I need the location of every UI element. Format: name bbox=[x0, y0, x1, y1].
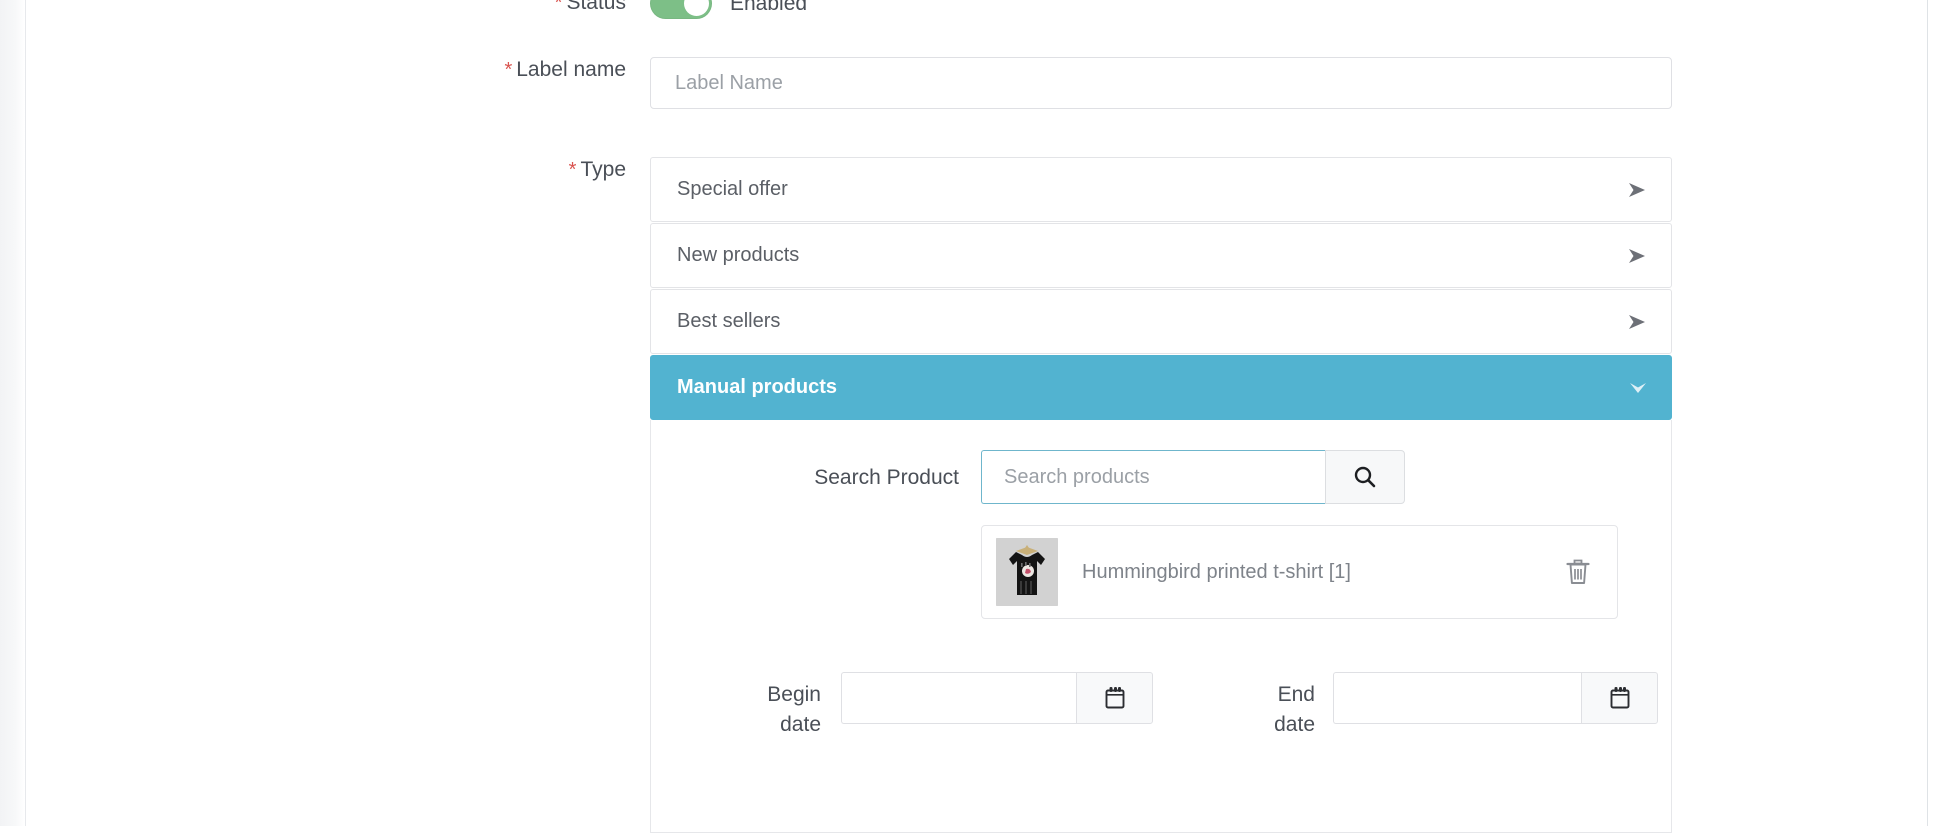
trash-icon bbox=[1564, 557, 1592, 587]
status-toggle[interactable] bbox=[650, 0, 712, 19]
product-thumbnail bbox=[996, 538, 1058, 606]
selected-products-list: Hummingbird printed t-shirt [1] bbox=[981, 525, 1618, 619]
end-date-input[interactable] bbox=[1333, 672, 1581, 724]
required-asterisk-type: * bbox=[568, 159, 577, 181]
begin-date-group bbox=[841, 672, 1153, 724]
begin-date-picker-button[interactable] bbox=[1076, 672, 1153, 724]
type-option-manual-products[interactable]: Manual products bbox=[650, 355, 1672, 420]
type-option-new-products[interactable]: New products bbox=[650, 223, 1672, 288]
status-label-text: Status bbox=[566, 0, 626, 14]
label-name-placeholder: Label Name bbox=[675, 71, 783, 94]
type-option-best-sellers[interactable]: Best sellers bbox=[650, 289, 1672, 354]
status-toggle-knob bbox=[684, 0, 709, 16]
begin-date-label-line1: Begin bbox=[767, 683, 821, 706]
required-asterisk-status: * bbox=[554, 0, 563, 14]
end-date-label: End date bbox=[1153, 672, 1333, 740]
type-option-label: Special offer bbox=[677, 178, 788, 200]
search-product-row: Search Product Search products Hummingbi… bbox=[651, 450, 1671, 619]
status-form-row: * Status Enabled bbox=[0, 0, 807, 19]
list-item[interactable]: Hummingbird printed t-shirt [1] bbox=[982, 532, 1617, 612]
begin-date-label: Begin date bbox=[651, 672, 841, 740]
type-accordion: Special offer New products Best sellers bbox=[650, 157, 1672, 833]
search-input-group: Search products bbox=[981, 450, 1618, 504]
search-products-input[interactable]: Search products bbox=[981, 450, 1325, 504]
label-name-label: * Label name bbox=[0, 57, 650, 83]
manual-products-panel: Search Product Search products Hummingbi… bbox=[650, 420, 1672, 833]
search-icon bbox=[1352, 464, 1378, 490]
type-label-text: Type bbox=[580, 158, 626, 181]
delete-product-button[interactable] bbox=[1561, 555, 1595, 589]
label-form-page: * Status Enabled * Label name Label Name *… bbox=[0, 0, 1934, 833]
search-submit-button[interactable] bbox=[1325, 450, 1405, 504]
search-products-placeholder: Search products bbox=[1004, 465, 1150, 488]
end-date-group bbox=[1333, 672, 1658, 724]
type-label: * Type bbox=[0, 157, 650, 183]
end-date-label-line1: End bbox=[1277, 683, 1315, 706]
search-product-label: Search Product bbox=[814, 466, 959, 489]
label-name-input[interactable]: Label Name bbox=[650, 57, 1672, 109]
status-state-text: Enabled bbox=[730, 0, 808, 15]
calendar-icon bbox=[1608, 685, 1632, 711]
type-option-label: Best sellers bbox=[677, 310, 781, 332]
type-option-special-offer[interactable]: Special offer bbox=[650, 157, 1672, 222]
required-asterisk-label-name: * bbox=[504, 59, 513, 81]
product-name: Hummingbird printed t-shirt [1] bbox=[1082, 560, 1351, 583]
caret-right-icon bbox=[1627, 314, 1647, 330]
caret-down-icon bbox=[1629, 381, 1647, 395]
type-option-label: Manual products bbox=[677, 376, 838, 398]
caret-right-icon bbox=[1627, 182, 1647, 198]
begin-date-input[interactable] bbox=[841, 672, 1076, 724]
label-name-label-text: Label name bbox=[516, 58, 626, 81]
end-date-label-line2: date bbox=[1274, 713, 1315, 736]
date-range-row: Begin date End date bbox=[651, 672, 1671, 740]
type-form-row: * Type Special offer New products Best s… bbox=[0, 157, 1672, 833]
page-right-gutter bbox=[1927, 0, 1934, 826]
begin-date-label-line2: date bbox=[780, 713, 821, 736]
status-control: Enabled bbox=[650, 0, 807, 19]
caret-right-icon bbox=[1627, 248, 1647, 264]
search-product-control: Search products Hummingbird printed t-sh… bbox=[981, 450, 1618, 619]
status-label: * Status bbox=[0, 0, 650, 16]
type-option-label: New products bbox=[677, 244, 800, 266]
label-name-form-row: * Label name Label Name bbox=[0, 57, 1672, 109]
end-date-picker-button[interactable] bbox=[1581, 672, 1658, 724]
calendar-icon bbox=[1103, 685, 1127, 711]
